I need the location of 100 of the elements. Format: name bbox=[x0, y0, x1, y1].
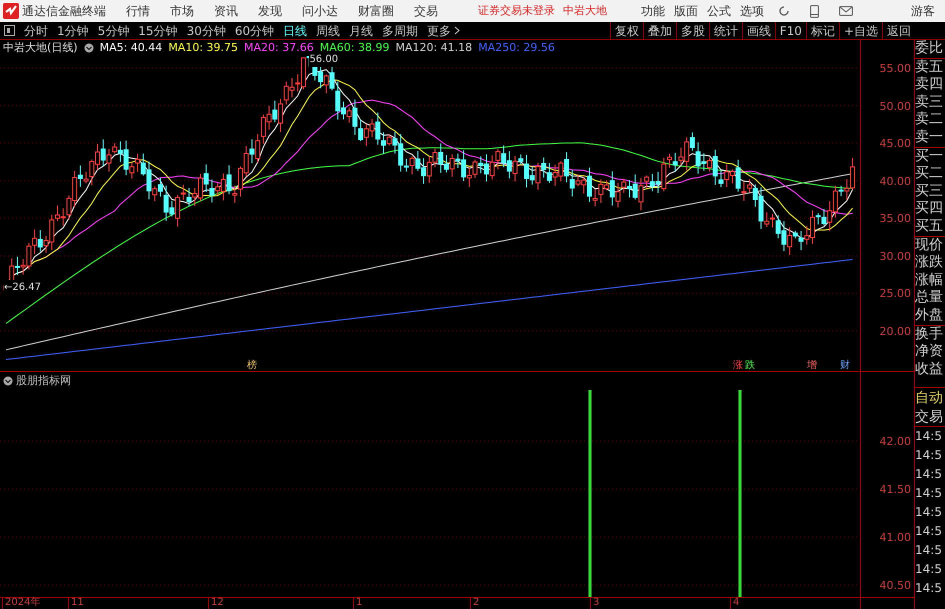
indicator-value: MA10: 39.75 bbox=[168, 40, 238, 56]
axis-label: 25.00 bbox=[880, 286, 911, 302]
trade-time: 14:5 bbox=[915, 522, 943, 540]
toolbar-button[interactable]: 复权 bbox=[610, 22, 643, 39]
refresh-icon[interactable] bbox=[778, 5, 790, 17]
quote-label: 卖四 bbox=[915, 76, 944, 94]
axis-label: 45.00 bbox=[880, 136, 911, 152]
quote-label: 买五 bbox=[915, 218, 944, 236]
indicator-value: MA120: 41.18 bbox=[395, 40, 472, 56]
quote-label: 卖五 bbox=[915, 58, 944, 76]
toolbar-button[interactable]: F10 bbox=[774, 22, 806, 39]
axis-label: 4 bbox=[730, 597, 740, 609]
indicator-value: MA20: 37.66 bbox=[244, 40, 314, 54]
event-marker: 财 bbox=[840, 358, 850, 373]
trade-time: 14:5 bbox=[915, 580, 943, 596]
indicator-value: MA60: 38.99 bbox=[320, 40, 390, 54]
toolbar-button[interactable]: 标记 bbox=[806, 22, 839, 39]
axis-label: 40.50 bbox=[880, 578, 911, 594]
menu-item[interactable]: 交易 bbox=[414, 2, 438, 20]
menu-item[interactable]: 功能 bbox=[641, 2, 665, 20]
toolbar-button[interactable]: 多股 bbox=[676, 22, 709, 39]
menu-item[interactable]: 资讯 bbox=[214, 2, 238, 20]
period-tab[interactable]: 15分钟 bbox=[138, 22, 178, 40]
period-tab[interactable]: 更多 bbox=[427, 22, 452, 40]
axis-label: 40.00 bbox=[880, 174, 911, 190]
axis-label: 55.00 bbox=[880, 61, 911, 77]
trade-time: 14:5 bbox=[915, 484, 943, 502]
quote-label: 涨跌 bbox=[915, 254, 944, 272]
toolbar-button[interactable]: +自选 bbox=[838, 22, 882, 39]
axis-label: 50.00 bbox=[880, 98, 911, 115]
menu-item[interactable]: 选项 bbox=[740, 2, 764, 20]
quote-label: 涨幅 bbox=[915, 272, 944, 290]
app-logo-icon bbox=[3, 3, 19, 19]
period-tab[interactable]: 5分钟 bbox=[98, 22, 130, 40]
panel-toggle-icon[interactable] bbox=[4, 25, 15, 36]
period-tab[interactable]: 月线 bbox=[349, 22, 374, 40]
period-tab[interactable]: 30分钟 bbox=[186, 22, 226, 40]
indicator-value: MA250: 29.56 bbox=[478, 40, 555, 56]
trade-label: 交易 bbox=[915, 408, 945, 426]
auto-tab[interactable]: 自动 bbox=[915, 388, 945, 408]
login-notice: 证券交易未登录 bbox=[478, 2, 555, 19]
quote-label: 总量 bbox=[915, 289, 944, 307]
menu-item[interactable]: 市场 bbox=[170, 2, 194, 20]
period-tab[interactable]: 分时 bbox=[24, 22, 48, 40]
period-tab[interactable]: 1分钟 bbox=[57, 22, 89, 40]
quote-label: 换手 bbox=[915, 326, 944, 344]
period-tab[interactable]: 日线 bbox=[283, 22, 308, 40]
quote-label: 买三 bbox=[915, 182, 944, 200]
period-tab[interactable]: 周线 bbox=[316, 22, 340, 40]
quote-label: 买四 bbox=[915, 200, 944, 218]
indicator-title: 股朋指标网 bbox=[16, 372, 71, 389]
indicator-value: MA5: 40.44 bbox=[100, 40, 162, 56]
phone-icon[interactable] bbox=[810, 4, 819, 18]
quote-label: 收益 bbox=[915, 360, 944, 378]
trade-time: 14:5 bbox=[915, 560, 943, 578]
toolbar-button[interactable]: 返回 bbox=[882, 22, 915, 39]
chevron-right-icon[interactable] bbox=[454, 26, 460, 35]
user-button[interactable]: 游客 bbox=[911, 2, 935, 20]
quote-label: 卖一 bbox=[915, 128, 944, 147]
stock-link[interactable]: 中岩大地 bbox=[563, 2, 607, 20]
menu-item[interactable]: 版面 bbox=[674, 2, 698, 20]
axis-label: 2 bbox=[470, 597, 480, 609]
period-tab[interactable]: 多周期 bbox=[382, 22, 418, 40]
menu-item[interactable]: 发现 bbox=[258, 2, 282, 20]
low-price-label: ←26.47 bbox=[4, 280, 42, 296]
trade-time: 14:5 bbox=[915, 504, 943, 520]
event-marker: 增 bbox=[807, 359, 817, 373]
quote-label: 卖二 bbox=[915, 111, 944, 129]
menu-item[interactable]: 公式 bbox=[707, 2, 731, 20]
axis-label: 35.00 bbox=[880, 211, 911, 228]
axis-label: 30.00 bbox=[880, 248, 911, 265]
dropdown-icon[interactable] bbox=[84, 43, 94, 53]
app-title: 通达信金融终端 bbox=[22, 3, 106, 20]
axis-label: 3 bbox=[590, 597, 600, 609]
toolbar-button[interactable]: 叠加 bbox=[642, 22, 676, 39]
menu-item[interactable]: 财富圈 bbox=[358, 2, 394, 20]
quote-label: 外盘 bbox=[915, 306, 944, 324]
axis-label: 12 bbox=[208, 597, 224, 609]
axis-label: 42.00 bbox=[880, 434, 911, 450]
quote-label: 卖三 bbox=[915, 94, 944, 112]
quote-label: 现价 bbox=[915, 236, 944, 254]
dropdown-icon[interactable] bbox=[3, 376, 13, 386]
menu-item[interactable]: 问小达 bbox=[302, 2, 338, 20]
event-marker: 涨 bbox=[733, 358, 743, 373]
axis-label: 11 bbox=[68, 597, 84, 609]
stock-title: 中岩大地(日线) bbox=[3, 40, 78, 56]
axis-label: 20.00 bbox=[880, 324, 911, 340]
toolbar-button[interactable]: 统计 bbox=[708, 22, 742, 39]
quote-label: 委比 bbox=[915, 40, 944, 58]
trade-time: 14:5 bbox=[915, 542, 943, 558]
quote-label: 买一 bbox=[915, 148, 944, 166]
mail-icon[interactable] bbox=[839, 6, 853, 16]
period-tab[interactable]: 60分钟 bbox=[234, 22, 274, 40]
event-marker: 跌 bbox=[745, 358, 755, 373]
trade-time: 14:5 bbox=[915, 446, 943, 464]
menu-item[interactable]: 行情 bbox=[126, 2, 150, 20]
axis-label: 1 bbox=[353, 597, 362, 609]
toolbar-button[interactable]: 画线 bbox=[742, 22, 775, 39]
quote-label: 净资 bbox=[915, 343, 944, 361]
trade-time: 14:5 bbox=[915, 428, 943, 444]
